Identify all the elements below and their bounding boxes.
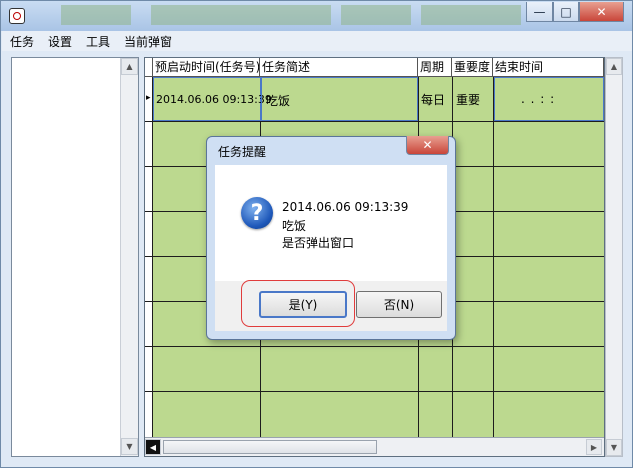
grid-line (493, 77, 494, 437)
app-clock-icon (9, 8, 25, 24)
grid-line (145, 346, 604, 347)
cell-start-time[interactable]: 2014.06.06 09:13:39 (153, 77, 272, 121)
message-time: 2014.06.06 09:13:39 (282, 200, 409, 214)
column-header-end-time[interactable]: 结束时间 (493, 58, 604, 77)
left-vertical-scrollbar[interactable]: ▲ ▼ (120, 58, 138, 456)
importance-value: 重要 (456, 93, 481, 107)
title-blur-region (151, 5, 331, 25)
grid-line (145, 121, 604, 122)
scroll-right-arrow-icon[interactable]: ▶ (586, 439, 602, 455)
right-vertical-scrollbar[interactable]: ▲ ▼ (605, 57, 623, 457)
table-row[interactable]: ▸ 2014.06.06 09:13:39 吃饭 每日 重要 . . : : (145, 77, 604, 121)
scroll-down-arrow-icon[interactable]: ▼ (606, 439, 622, 456)
menu-task[interactable]: 任务 (2, 33, 40, 50)
column-header-description[interactable]: 任务简述 (260, 58, 418, 77)
column-header-importance[interactable]: 重要度 (452, 58, 493, 77)
scroll-thumb[interactable] (163, 440, 377, 454)
menu-bar: 任务 设置 工具 当前弹窗 (2, 31, 632, 51)
menu-tools[interactable]: 工具 (78, 33, 116, 50)
grid-horizontal-scrollbar[interactable]: ◀ ▶ (145, 437, 604, 456)
row-header-column (145, 77, 153, 437)
cell-description[interactable]: 吃饭 (261, 77, 418, 121)
message-task: 吃饭 (282, 219, 307, 233)
scroll-left-arrow-icon[interactable]: ◀ (145, 439, 161, 455)
question-icon: ? (241, 197, 273, 229)
task-list-panel[interactable]: ▲ ▼ (11, 57, 139, 457)
row-current-marker-icon: ▸ (146, 93, 151, 103)
dialog-close-button[interactable]: ✕ (406, 136, 449, 155)
scroll-up-arrow-icon[interactable]: ▲ (121, 58, 138, 75)
yes-button[interactable]: 是(Y) (259, 291, 347, 318)
scroll-down-arrow-icon[interactable]: ▼ (121, 438, 138, 455)
title-blur-region (421, 5, 521, 25)
minimize-button[interactable]: — (526, 2, 553, 22)
close-button[interactable]: ✕ (579, 2, 624, 22)
start-time-value: 2014.06.06 09:13:39 (156, 93, 272, 106)
menu-current-popup[interactable]: 当前弹窗 (116, 33, 178, 50)
title-bar[interactable]: — □ ✕ (1, 1, 632, 31)
task-reminder-dialog: 任务提醒 ✕ ? 2014.06.06 09:13:39 吃饭 是否弹出窗口 是… (206, 136, 456, 340)
end-time-value: . . : : (521, 92, 556, 106)
grid-line (145, 391, 604, 392)
title-blur-region (341, 5, 411, 25)
period-value: 每日 (421, 93, 446, 107)
menu-settings[interactable]: 设置 (40, 33, 78, 50)
dialog-title: 任务提醒 (218, 145, 267, 159)
row-header-corner (145, 58, 153, 77)
cell-end-time[interactable]: . . : : (494, 77, 604, 121)
description-value: 吃饭 (266, 94, 291, 108)
message-question: 是否弹出窗口 (282, 236, 355, 250)
column-header-start-time[interactable]: 预启动时间(任务号) (153, 58, 260, 77)
scroll-up-arrow-icon[interactable]: ▲ (606, 58, 622, 75)
no-button[interactable]: 否(N) (356, 291, 442, 318)
column-header-period[interactable]: 周期 (418, 58, 452, 77)
maximize-button[interactable]: □ (553, 2, 579, 22)
title-blur-region (61, 5, 131, 25)
